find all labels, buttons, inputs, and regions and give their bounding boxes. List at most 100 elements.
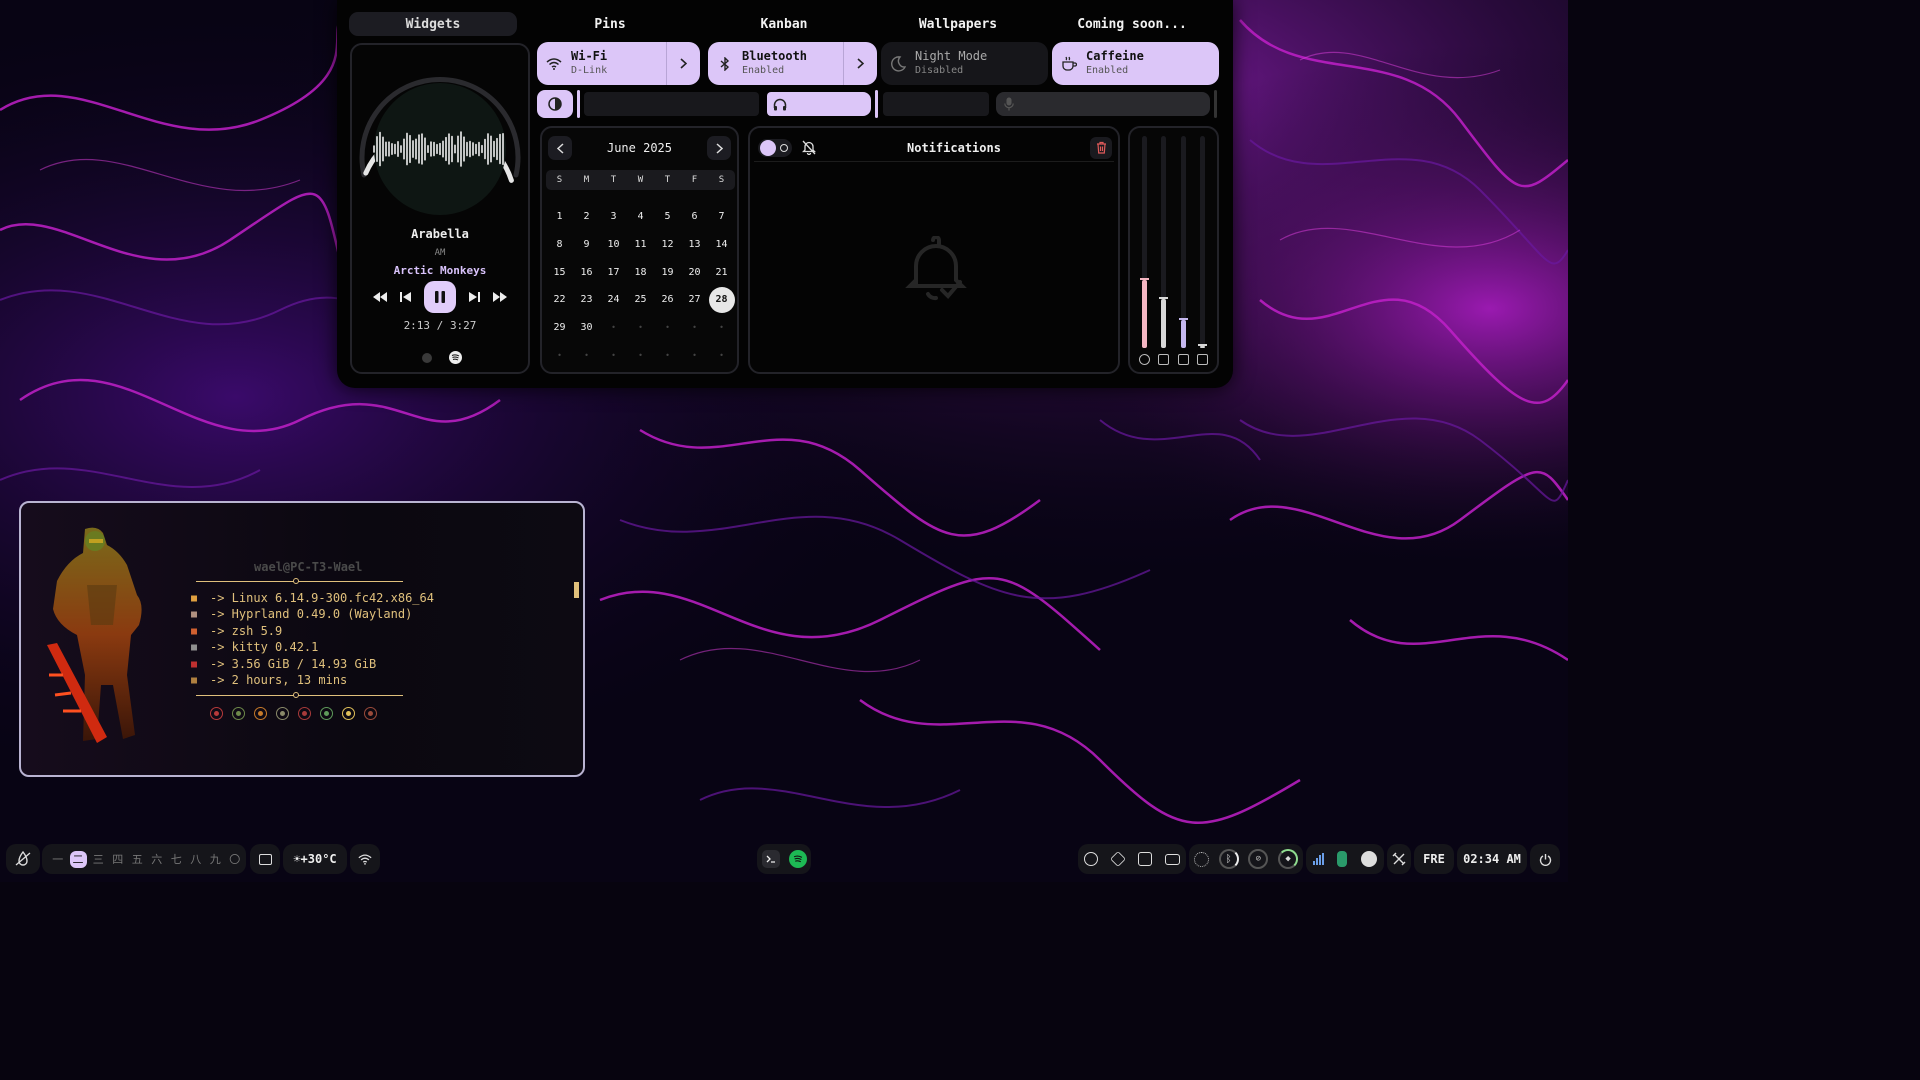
wifi-expand-button[interactable]: [666, 42, 700, 85]
play-pause-button[interactable]: [424, 281, 456, 313]
night-mode-toggle[interactable]: Night Mode Disabled: [881, 42, 1048, 85]
calendar-day[interactable]: 6: [681, 203, 708, 231]
next-month-button[interactable]: [707, 136, 731, 160]
night-mode-title: Night Mode: [915, 49, 988, 63]
caffeine-toggle[interactable]: Caffeine Enabled: [1052, 42, 1219, 85]
next-button[interactable]: [466, 289, 482, 305]
calendar-day[interactable]: 24: [600, 286, 627, 314]
calendar-day[interactable]: 26: [654, 286, 681, 314]
keyboard-layout-indicator[interactable]: FRE: [1414, 844, 1454, 874]
weather-widget[interactable]: ☀+30°C: [283, 844, 347, 874]
volume-slider[interactable]: [767, 90, 989, 118]
overview-button[interactable]: [250, 844, 280, 874]
tab-pins[interactable]: Pins: [523, 12, 697, 36]
system-monitor-icons[interactable]: [1078, 844, 1186, 874]
calendar-day[interactable]: 16: [573, 258, 600, 286]
wifi-subtitle: D-Link: [571, 65, 608, 76]
calendar-day[interactable]: 22: [546, 286, 573, 314]
skip-next-icon: [469, 292, 480, 302]
terminal-user-host: wael@PC-T3-Wael: [254, 560, 363, 574]
wifi-toggle[interactable]: Wi-Fi D-Link: [537, 42, 700, 85]
calendar-day[interactable]: 8: [546, 231, 573, 259]
calendar-day[interactable]: 9: [573, 231, 600, 259]
location-indicator-icon[interactable]: ◆: [1278, 849, 1299, 869]
workspace-button[interactable]: 八: [186, 851, 206, 867]
weekday-label: S: [718, 175, 725, 185]
terminal-info-line: -> zsh 5.9: [210, 623, 283, 638]
clear-notifications-button[interactable]: [1090, 136, 1112, 159]
fast-forward-button[interactable]: [492, 289, 508, 305]
calendar-day[interactable]: 14: [708, 231, 735, 259]
bluetooth-toggle[interactable]: Bluetooth Enabled: [708, 42, 877, 85]
workspace-button[interactable]: 六: [147, 851, 167, 867]
doom-slayer-image: [47, 527, 142, 743]
tab-coming-soon[interactable]: Coming soon...: [1045, 12, 1219, 36]
calendar-day[interactable]: 13: [681, 231, 708, 259]
workspace-button[interactable]: 三: [89, 851, 109, 867]
browser-icon[interactable]: [422, 353, 432, 363]
previous-button[interactable]: [398, 289, 414, 305]
calendar-day[interactable]: 12: [654, 231, 681, 259]
calendar-day[interactable]: 21: [708, 258, 735, 286]
calendar-day[interactable]: 2: [573, 203, 600, 231]
workspace-button[interactable]: 九: [206, 851, 226, 867]
microphone-slider[interactable]: [996, 90, 1218, 118]
calendar-day[interactable]: 7: [708, 203, 735, 231]
terminal-window[interactable]: wael@PC-T3-Wael ■ -> Linux 6.14.9-300.fc4…: [19, 501, 585, 777]
power-button[interactable]: [1530, 844, 1560, 874]
clock-widget[interactable]: 02:34 AM: [1457, 844, 1527, 874]
workspace-button[interactable]: 七: [167, 851, 187, 867]
workspace-button[interactable]: 五: [128, 851, 148, 867]
workspace-button[interactable]: 〇: [225, 851, 245, 867]
hyprland-icon: [15, 851, 31, 866]
previous-month-button[interactable]: [548, 136, 572, 160]
calendar-day[interactable]: 25: [627, 286, 654, 314]
trash-icon: [1096, 141, 1106, 154]
tab-widgets[interactable]: Widgets: [349, 12, 517, 36]
workspace-button[interactable]: 一: [48, 851, 68, 867]
brightness-slider[interactable]: [537, 90, 759, 118]
brightness-indicator-icon[interactable]: [1193, 851, 1209, 867]
spotify-tray-icon[interactable]: [1361, 851, 1378, 867]
tray-app-icon[interactable]: [1337, 851, 1348, 867]
calendar-day[interactable]: 20: [681, 258, 708, 286]
launcher-button[interactable]: [6, 844, 40, 874]
dashboard-panel: Widgets Pins Kanban Wallpapers Coming so…: [337, 0, 1233, 388]
memory-icon: ■: [190, 658, 198, 670]
signal-strength-icon[interactable]: [1312, 853, 1324, 865]
network-button[interactable]: [350, 844, 380, 874]
palette-swatch: [210, 707, 223, 720]
workspace-button[interactable]: 二: [69, 850, 87, 868]
bluetooth-indicator-icon[interactable]: ᛒ: [1218, 849, 1239, 869]
calendar-day[interactable]: 23: [573, 286, 600, 314]
calendar-day[interactable]: 30: [573, 314, 600, 342]
dnd-switch[interactable]: [758, 138, 792, 157]
bluetooth-expand-button[interactable]: [843, 42, 877, 85]
track-artist: Arctic Monkeys: [393, 264, 487, 277]
calendar-day[interactable]: 5: [654, 203, 681, 231]
calendar-day[interactable]: 3: [600, 203, 627, 231]
calendar-day[interactable]: 29: [546, 314, 573, 342]
disk-icon: [1139, 354, 1150, 365]
calendar-day[interactable]: 10: [600, 231, 627, 259]
calendar-day[interactable]: 15: [546, 258, 573, 286]
notifications-title: Notifications: [907, 140, 1001, 155]
calendar-day[interactable]: 17: [600, 258, 627, 286]
spotify-icon[interactable]: [449, 351, 462, 364]
calendar-day[interactable]: 27: [681, 286, 708, 314]
wifi-icon: [358, 853, 372, 865]
calendar-day[interactable]: 19: [654, 258, 681, 286]
calendar-day[interactable]: 1: [546, 203, 573, 231]
calendar-day-today[interactable]: 28: [708, 286, 735, 314]
calendar-day[interactable]: 18: [627, 258, 654, 286]
terminal-app-icon[interactable]: [761, 850, 780, 868]
rewind-button[interactable]: [372, 289, 388, 305]
workspace-button[interactable]: 四: [108, 851, 128, 867]
color-picker-button[interactable]: [1387, 844, 1411, 874]
tab-kanban[interactable]: Kanban: [697, 12, 871, 36]
spotify-app-icon[interactable]: [788, 850, 807, 868]
microphone-muted-icon[interactable]: ⊘: [1248, 849, 1269, 869]
tab-wallpapers[interactable]: Wallpapers: [871, 12, 1045, 36]
calendar-day[interactable]: 11: [627, 231, 654, 259]
calendar-day[interactable]: 4: [627, 203, 654, 231]
